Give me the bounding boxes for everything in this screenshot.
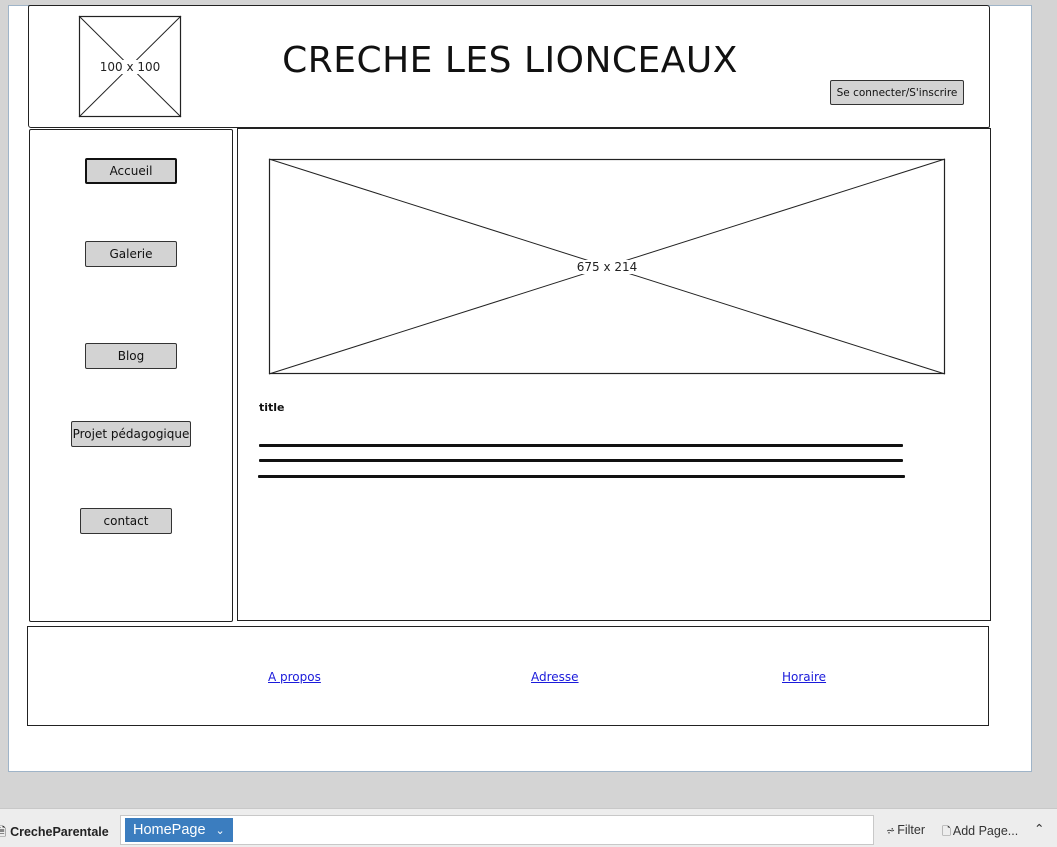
nav-item-accueil[interactable]: Accueil <box>85 158 177 184</box>
sidebar-nav <box>29 129 233 622</box>
nav-item-contact[interactable]: contact <box>80 508 172 534</box>
filter-button[interactable]: ⩫ Filter <box>886 823 925 837</box>
add-page-button[interactable]: 🗋 Add Page... <box>942 823 1018 842</box>
filter-label: Filter <box>897 823 925 837</box>
page-tab-label: HomePage <box>133 822 206 838</box>
footer-link-a-propos[interactable]: A propos <box>268 670 321 684</box>
add-page-label: Add Page... <box>952 824 1019 838</box>
page-bar: 🗎 CrecheParentale HomePage ⌄ ⩫ Filter 🗋 Add… <box>0 808 1057 847</box>
content-title: title <box>259 401 285 414</box>
page-tab-homepage[interactable]: HomePage ⌄ <box>125 818 233 842</box>
text-placeholder-line <box>259 444 903 447</box>
banner-size-label: 675 x 214 <box>574 259 640 274</box>
chevron-down-icon[interactable]: ⌄ <box>216 824 225 837</box>
file-icon: 🗎 <box>0 825 7 839</box>
logo-size-label: 100 x 100 <box>97 59 163 74</box>
project-name[interactable]: 🗎 CrecheParentale <box>0 823 109 844</box>
footer-link-adresse[interactable]: Adresse <box>531 670 579 684</box>
banner-image-placeholder: 675 x 214 <box>268 158 946 375</box>
logo-placeholder: 100 x 100 <box>78 15 182 118</box>
login-signup-button[interactable]: Se connecter/S'inscrire <box>830 80 964 105</box>
nav-item-blog[interactable]: Blog <box>85 343 177 369</box>
site-title: CRECHE LES LIONCEAUX <box>282 40 738 81</box>
nav-item-galerie[interactable]: Galerie <box>85 241 177 267</box>
footer-container <box>27 626 989 726</box>
text-placeholder-line <box>259 459 903 462</box>
filter-icon: ⩫ <box>886 825 896 837</box>
text-placeholder-line <box>258 475 905 478</box>
chevron-up-icon[interactable]: ⌃ <box>1034 821 1044 836</box>
add-page-icon: 🗋 <box>942 826 951 838</box>
page-tabs-bar: HomePage ⌄ <box>120 815 874 845</box>
footer-link-horaire[interactable]: Horaire <box>782 670 826 684</box>
nav-item-projet-pedagogique[interactable]: Projet pédagogique <box>71 421 191 447</box>
project-name-label: CrecheParentale <box>10 825 109 839</box>
